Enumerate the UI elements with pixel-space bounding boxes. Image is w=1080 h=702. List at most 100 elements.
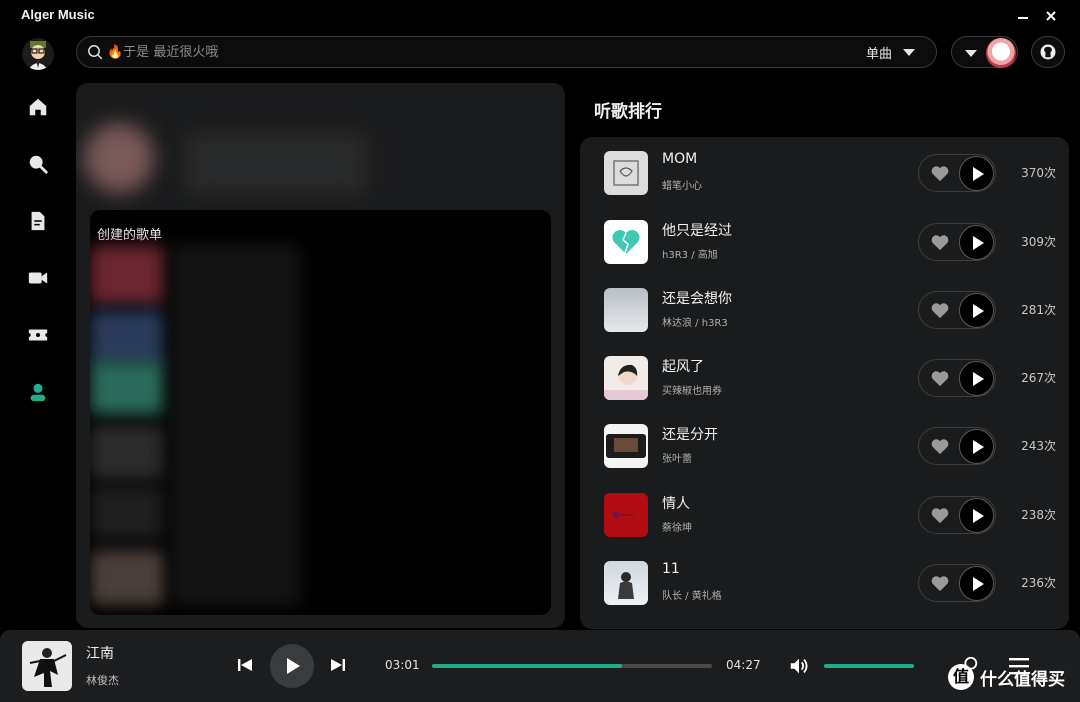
ranking-title: 听歌排行 [594, 102, 662, 122]
play-pause-button[interactable] [270, 644, 314, 688]
video-camera-icon [28, 272, 48, 284]
song-actions [918, 564, 996, 602]
volume-slider[interactable] [824, 664, 914, 668]
ticket-icon [28, 329, 48, 341]
heart-icon[interactable] [930, 301, 950, 319]
avatar-icon [28, 41, 48, 70]
watermark-text: 什么值得买 [980, 670, 1065, 690]
cover-art-icon [613, 512, 634, 518]
github-icon [1040, 44, 1056, 60]
ranking-list: MOM 蜡笔小心 370次 他只是经过 h3R3 / 高旭 309次 还是会想你… [580, 137, 1069, 629]
list-item[interactable]: 还是分开 张叶蕾 243次 [580, 412, 1069, 480]
heart-icon[interactable] [930, 506, 950, 524]
play-button[interactable] [959, 225, 994, 260]
song-actions [918, 427, 996, 465]
play-button[interactable] [959, 293, 994, 328]
cover-art-icon [604, 364, 648, 400]
heart-icon[interactable] [930, 369, 950, 387]
close-button[interactable] [1041, 6, 1061, 26]
play-count: 281次 [1021, 303, 1056, 317]
list-item[interactable]: 还是会想你 林达浪 / h3R3 281次 [580, 276, 1069, 344]
now-playing-title: 江南 [86, 646, 114, 662]
minimize-button[interactable] [1013, 6, 1033, 26]
sidebar-item-mv[interactable] [24, 264, 52, 292]
heart-icon[interactable] [930, 437, 950, 455]
search-type-select[interactable]: 单曲 [866, 43, 892, 62]
search-icon [29, 155, 48, 174]
song-name: 还是分开 [662, 427, 718, 443]
playlist-item[interactable] [90, 360, 165, 415]
song-cover [604, 151, 648, 195]
playlist-item[interactable] [90, 310, 165, 365]
user-menu-button[interactable] [951, 36, 1018, 68]
cover-art-icon [618, 572, 634, 599]
song-artist: 蜡笔小心 [662, 181, 702, 192]
close-icon [1046, 11, 1056, 21]
list-item[interactable]: 他只是经过 h3R3 / 高旭 309次 [580, 208, 1069, 276]
current-time: 03:01 [385, 658, 420, 672]
previous-track-button[interactable] [237, 657, 253, 673]
progress-slider[interactable] [432, 664, 712, 668]
github-button[interactable] [1031, 36, 1065, 68]
volume-icon[interactable] [788, 655, 810, 677]
title-bar: Alger Music [0, 0, 1080, 32]
play-button[interactable] [959, 361, 994, 396]
play-button[interactable] [959, 498, 994, 533]
song-artist: 队长 / 黄礼格 [662, 591, 722, 602]
next-track-button[interactable] [330, 657, 346, 673]
profile-avatar-blurred [84, 123, 154, 193]
sidebar-item-home[interactable] [24, 93, 52, 121]
playlist-item[interactable] [90, 425, 165, 480]
song-cover [604, 356, 648, 400]
playlist-item[interactable] [90, 485, 165, 540]
list-item[interactable]: MOM 蜡笔小心 370次 [580, 139, 1069, 207]
song-name: 还是会想你 [662, 291, 732, 307]
sidebar-item-search[interactable] [24, 150, 52, 178]
song-actions [918, 496, 996, 534]
song-cover [604, 561, 648, 605]
progress-fill [432, 664, 623, 668]
total-time: 04:27 [726, 658, 761, 672]
song-name: MOM [662, 151, 698, 167]
now-playing-cover[interactable] [22, 641, 72, 691]
song-cover [604, 220, 648, 264]
heart-icon[interactable] [930, 233, 950, 251]
search-input[interactable] [107, 40, 847, 64]
play-button[interactable] [959, 156, 994, 191]
playlist-item[interactable] [90, 550, 165, 605]
song-name: 情人 [662, 496, 690, 512]
search-bar: 单曲 [76, 36, 937, 68]
song-name: 他只是经过 [662, 223, 732, 239]
document-icon [31, 211, 45, 231]
play-button[interactable] [959, 429, 994, 464]
playlist-item[interactable] [90, 245, 165, 305]
song-artist: 买辣椒也用券 [662, 386, 722, 397]
sidebar-item-playlist[interactable] [24, 207, 52, 235]
play-button[interactable] [959, 566, 994, 601]
list-item[interactable]: 11 队长 / 黄礼格 236次 [580, 549, 1069, 617]
user-profile-panel: 创建的歌单 [76, 83, 565, 628]
cover-art-icon [606, 434, 646, 458]
chevron-down-icon [903, 49, 915, 56]
play-count: 243次 [1021, 439, 1056, 453]
list-item[interactable]: 情人 蔡徐坤 238次 [580, 481, 1069, 549]
sidebar-item-user[interactable] [24, 378, 52, 406]
player-bar: 江南 林俊杰 03:01 04:27 [0, 630, 1080, 702]
song-name: 11 [662, 561, 680, 577]
home-icon [29, 98, 47, 116]
song-cover [604, 424, 648, 468]
profile-info-blurred [186, 133, 366, 193]
cover-art-icon [29, 648, 67, 687]
song-cover [604, 493, 648, 537]
list-item[interactable]: 起风了 买辣椒也用券 267次 [580, 344, 1069, 412]
sidebar [0, 32, 76, 630]
now-playing-artist: 林俊杰 [86, 674, 119, 687]
volume-fill [824, 664, 914, 668]
heart-icon[interactable] [930, 574, 950, 592]
song-artist: 蔡徐坤 [662, 523, 692, 534]
heart-icon[interactable] [930, 164, 950, 182]
cover-art-icon [613, 160, 639, 186]
playlist-section-title: 创建的歌单 [97, 228, 163, 243]
sidebar-item-history[interactable] [24, 321, 52, 349]
app-logo-avatar[interactable] [22, 38, 54, 70]
